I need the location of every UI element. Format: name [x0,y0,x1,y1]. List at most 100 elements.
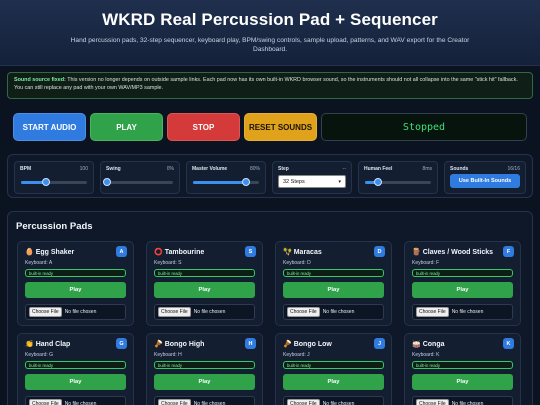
instrument-icon: 🪇 [283,249,292,256]
chevron-down-icon: ▾ [338,179,341,185]
notice-label: Sound source fixed: [14,77,66,83]
pad-key-badge: J [374,338,385,349]
master-volume-slider-handle[interactable] [241,178,250,186]
app-header: WKRD Real Percussion Pad + Sequencer Han… [0,0,540,66]
pad-key-badge: S [245,246,256,257]
pad-play-button[interactable]: Play [283,374,384,390]
file-status: No file chosen [64,309,97,315]
pad-name: ⭕ Tambourine [154,248,204,256]
sounds-count: 16/16 [507,166,520,172]
pad-key-badge: H [245,338,256,349]
choose-file-button[interactable]: Choose File [416,399,449,405]
pad-name-text: Hand Clap [35,341,71,348]
pad-name-text: Bongo Low [293,341,332,348]
pad-play-button[interactable]: Play [25,282,126,298]
master-volume-slider[interactable] [193,178,259,186]
pad-name: 🥁 Conga [412,340,445,348]
pad-play-button[interactable]: Play [412,374,513,390]
pad-sample-file-input[interactable]: Choose File No file chosen [412,304,513,320]
pad-play-button[interactable]: Play [154,374,255,390]
pad-ready-badge: built-in ready [283,269,384,277]
choose-file-button[interactable]: Choose File [287,399,320,405]
choose-file-button[interactable]: Choose File [29,307,62,317]
pad-card: 🥁 Conga K Keyboard: K built-in ready Play Choo… [404,333,521,405]
pad-name-text: Egg Shaker [35,249,75,256]
step-count-select[interactable]: 32 Steps ▾ [278,175,346,188]
pad-ready-badge: built-in ready [25,269,126,277]
pad-sample-file-input[interactable]: Choose File No file chosen [154,304,255,320]
bpm-control: BPM 100 [14,161,94,194]
pads-section-title: Percussion Pads [16,221,93,232]
notice-text: This version no longer depends on outsid… [14,77,518,91]
file-status: No file chosen [322,309,355,315]
pad-sample-file-input[interactable]: Choose File No file chosen [283,304,384,320]
pad-keyboard-hint: Keyboard: F [412,260,440,266]
pad-card: ⭕ Tambourine S Keyboard: S built-in ready Pla… [146,241,263,326]
human-feel-slider[interactable] [365,178,431,186]
file-status: No file chosen [193,309,226,315]
pad-name: 🪵 Claves / Wood Sticks [412,248,493,256]
pad-name: 🪘 Bongo Low [283,340,332,348]
pad-card: 🪘 Bongo High H Keyboard: H built-in ready Pla… [146,333,263,405]
choose-file-button[interactable]: Choose File [29,399,62,405]
master-volume-control: Master Volume 80% [186,161,266,194]
pad-play-button[interactable]: Play [25,374,126,390]
pad-sample-file-input[interactable]: Choose File No file chosen [412,396,513,405]
instrument-icon: 👏 [25,341,34,348]
pad-name-text: Maracas [293,249,322,256]
pad-ready-badge: built-in ready [412,269,513,277]
stop-button[interactable]: STOP [167,113,240,141]
pad-play-button[interactable]: Play [283,282,384,298]
use-built-in-sounds-button[interactable]: Use Built-In Sounds [450,174,520,188]
sounds-label: Sounds [450,166,469,172]
sounds-control: Sounds 16/16 Use Built-In Sounds [444,161,526,194]
master-volume-label: Master Volume [192,166,228,172]
choose-file-button[interactable]: Choose File [158,399,191,405]
pad-play-button[interactable]: Play [412,282,513,298]
pad-sample-file-input[interactable]: Choose File No file chosen [25,396,126,405]
pad-keyboard-hint: Keyboard: K [412,352,440,358]
pad-sample-file-input[interactable]: Choose File No file chosen [25,304,126,320]
choose-file-button[interactable]: Choose File [287,307,320,317]
swing-slider-handle[interactable] [103,178,111,186]
step-count-selected: 32 Steps [283,179,305,185]
swing-control: Swing 0% [100,161,180,194]
pad-sample-file-input[interactable]: Choose File No file chosen [154,396,255,405]
bpm-slider-handle[interactable] [42,178,51,186]
swing-label: Swing [106,166,121,172]
file-status: No file chosen [451,309,484,315]
pad-name: 🥚 Egg Shaker [25,248,74,256]
pad-play-button[interactable]: Play [154,282,255,298]
pad-card: 🪵 Claves / Wood Sticks F Keyboard: F built-i… [404,241,521,326]
sound-source-notice: Sound source fixed: This version no long… [7,72,533,99]
file-status: No file chosen [322,401,355,405]
swing-slider[interactable] [103,178,173,186]
choose-file-button[interactable]: Choose File [158,307,191,317]
pad-ready-badge: built-in ready [283,361,384,369]
percussion-pads-section: Percussion Pads 🥚 Egg Shaker A Keyboard: A b… [7,211,533,405]
pad-name: 🪇 Maracas [283,248,322,256]
instrument-icon: 🪵 [412,249,421,256]
play-button[interactable]: PLAY [90,113,163,141]
bpm-slider[interactable] [21,178,87,186]
bpm-value: 100 [79,166,88,172]
pad-name-text: Conga [422,341,445,348]
pad-card: 👏 Hand Clap G Keyboard: G built-in ready Play… [17,333,134,405]
choose-file-button[interactable]: Choose File [416,307,449,317]
pad-sample-file-input[interactable]: Choose File No file chosen [283,396,384,405]
pad-key-badge: K [503,338,514,349]
pad-keyboard-hint: Keyboard: A [25,260,53,266]
pad-keyboard-hint: Keyboard: G [25,352,54,358]
reset-sounds-button[interactable]: RESET SOUNDS [244,113,317,141]
pad-ready-badge: built-in ready [154,269,255,277]
step-label: Step [278,166,289,172]
human-feel-slider-handle[interactable] [374,178,383,186]
pad-card: 🥚 Egg Shaker A Keyboard: A built-in ready Pla… [17,241,134,326]
start-audio-button[interactable]: START AUDIO [13,113,86,141]
pad-name-text: Tambourine [164,249,205,256]
file-status: No file chosen [193,401,226,405]
file-status: No file chosen [451,401,484,405]
instrument-icon: ⭕ [154,249,163,256]
pad-keyboard-hint: Keyboard: H [154,352,182,358]
human-feel-label: Human Feel [364,166,393,172]
